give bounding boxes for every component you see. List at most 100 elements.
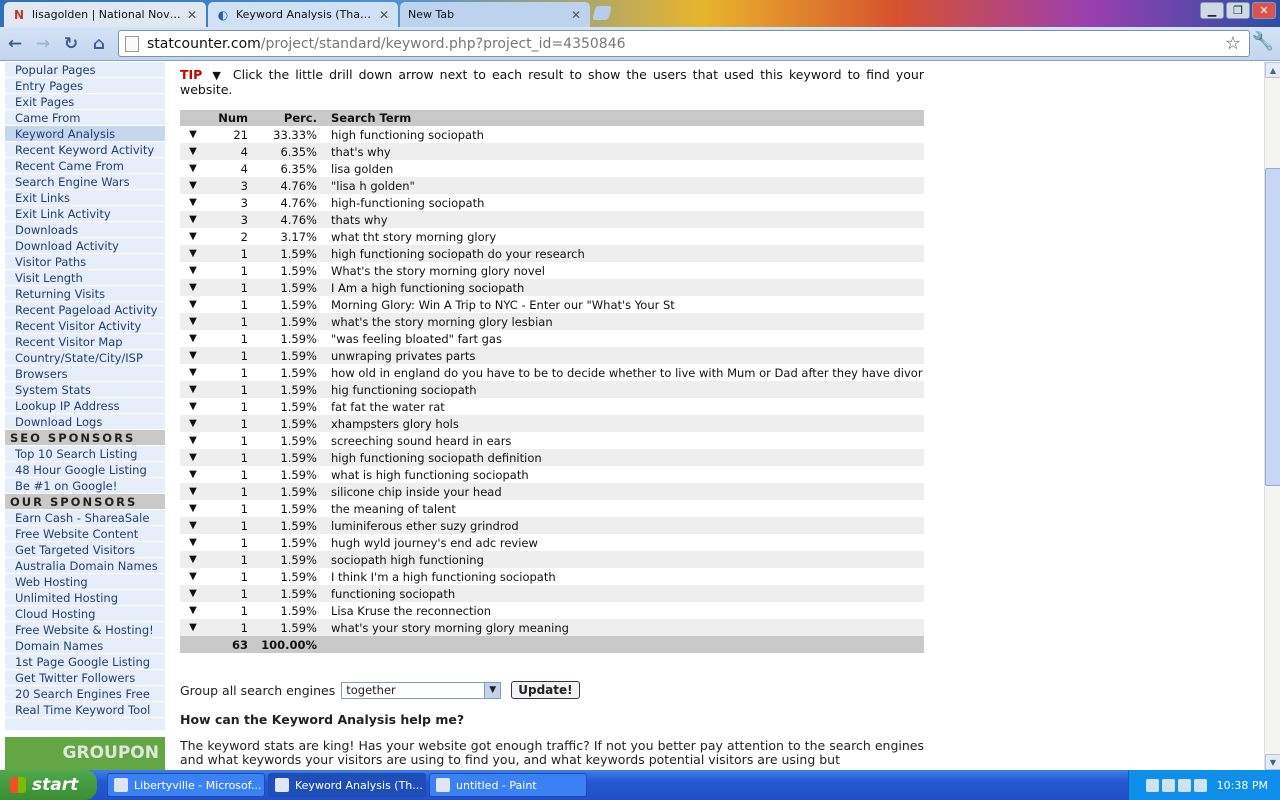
- volume-icon[interactable]: [1177, 778, 1191, 792]
- sidebar-item-system-stats[interactable]: System Stats: [5, 382, 165, 398]
- sidebar-item-free-website-content[interactable]: Free Website Content: [5, 526, 165, 542]
- close-icon[interactable]: ✕: [186, 8, 198, 22]
- sidebar-item-search-engine-wars[interactable]: Search Engine Wars: [5, 174, 165, 190]
- sidebar-item-recent-came-from[interactable]: Recent Came From: [5, 158, 165, 174]
- sidebar-item-recent-visitor-map[interactable]: Recent Visitor Map: [5, 334, 165, 350]
- clock[interactable]: 10:38 PM: [1217, 779, 1268, 792]
- row-search-term[interactable]: the meaning of talent: [317, 500, 924, 517]
- row-search-term[interactable]: "lisa h golden": [317, 177, 924, 194]
- tab-lisagolden[interactable]: N lisagolden | National Novel ... ✕: [4, 2, 206, 27]
- drill-down-arrow-icon[interactable]: ▼: [180, 245, 206, 262]
- drill-down-arrow-icon[interactable]: ▼: [180, 585, 206, 602]
- sidebar-item-downloads[interactable]: Downloads: [5, 222, 165, 238]
- drill-down-arrow-icon[interactable]: ▼: [180, 211, 206, 228]
- row-search-term[interactable]: Lisa Kruse the reconnection: [317, 602, 924, 619]
- drill-down-arrow-icon[interactable]: ▼: [180, 568, 206, 585]
- row-search-term[interactable]: high functioning sociopath definition: [317, 449, 924, 466]
- sidebar-item-recent-keyword-activity[interactable]: Recent Keyword Activity: [5, 142, 165, 158]
- drill-down-arrow-icon[interactable]: ▼: [180, 517, 206, 534]
- forward-arrow-icon[interactable]: →: [30, 31, 56, 57]
- chevron-down-icon[interactable]: ▼: [484, 682, 501, 698]
- sidebar-item-visit-length[interactable]: Visit Length: [5, 270, 165, 286]
- sidebar-item-lookup-ip-address[interactable]: Lookup IP Address: [5, 398, 165, 414]
- close-icon[interactable]: ✕: [570, 8, 582, 22]
- sidebar-item-exit-link-activity[interactable]: Exit Link Activity: [5, 206, 165, 222]
- row-search-term[interactable]: what's your story morning glory meaning: [317, 619, 924, 636]
- sidebar-item-exit-links[interactable]: Exit Links: [5, 190, 165, 206]
- drill-down-arrow-icon[interactable]: ▼: [180, 330, 206, 347]
- sidebar-item-country-state-city-isp[interactable]: Country/State/City/ISP: [5, 350, 165, 366]
- security-shield-icon[interactable]: [1161, 778, 1175, 792]
- drill-down-arrow-icon[interactable]: ▼: [180, 619, 206, 636]
- sidebar-item-keyword-analysis[interactable]: Keyword Analysis: [5, 126, 165, 142]
- sidebar-item-be-1-on-google[interactable]: Be #1 on Google!: [5, 478, 165, 494]
- drill-down-arrow-icon[interactable]: ▼: [180, 500, 206, 517]
- sidebar-item-returning-visits[interactable]: Returning Visits: [5, 286, 165, 302]
- sidebar-item-free-website-hosting[interactable]: Free Website & Hosting!: [5, 622, 165, 638]
- row-search-term[interactable]: sociopath high functioning: [317, 551, 924, 568]
- close-icon[interactable]: ✕: [378, 8, 390, 22]
- drill-down-arrow-icon[interactable]: ▼: [180, 228, 206, 245]
- close-window-icon[interactable]: ✕: [1252, 2, 1276, 19]
- drill-down-arrow-icon[interactable]: ▼: [180, 160, 206, 177]
- network-icon[interactable]: [1145, 778, 1159, 792]
- row-search-term[interactable]: hig functioning sociopath: [317, 381, 924, 398]
- sidebar-item-real-time-keyword-tool[interactable]: Real Time Keyword Tool: [5, 702, 165, 718]
- bookmark-star-icon[interactable]: ☆: [1225, 33, 1241, 54]
- drill-down-arrow-icon[interactable]: ▼: [180, 483, 206, 500]
- header-perc[interactable]: Perc.: [248, 110, 317, 126]
- taskbar-item-paint[interactable]: untitled - Paint: [429, 773, 587, 797]
- tab-new-tab[interactable]: New Tab ✕: [400, 2, 590, 27]
- sidebar-item-browsers[interactable]: Browsers: [5, 366, 165, 382]
- sidebar-item-20-search-engines-free[interactable]: 20 Search Engines Free: [5, 686, 165, 702]
- sidebar-item-get-twitter-followers[interactable]: Get Twitter Followers: [5, 670, 165, 686]
- sidebar-item-popular-pages[interactable]: Popular Pages: [5, 62, 165, 78]
- minimize-icon[interactable]: ▁: [1200, 2, 1224, 19]
- drill-down-arrow-icon[interactable]: ▼: [180, 143, 206, 160]
- sidebar-item-unlimited-hosting[interactable]: Unlimited Hosting: [5, 590, 165, 606]
- row-search-term[interactable]: xhampsters glory hols: [317, 415, 924, 432]
- antivirus-icon[interactable]: [1193, 778, 1207, 792]
- sidebar-item-earn-cash-shareasale[interactable]: Earn Cash - ShareaSale: [5, 510, 165, 526]
- drill-down-arrow-icon[interactable]: ▼: [180, 466, 206, 483]
- sidebar-item-download-activity[interactable]: Download Activity: [5, 238, 165, 254]
- row-search-term[interactable]: hugh wyld journey's end adc review: [317, 534, 924, 551]
- row-search-term[interactable]: I think I'm a high functioning sociopath: [317, 568, 924, 585]
- new-tab-button[interactable]: [592, 6, 612, 20]
- drill-down-arrow-icon[interactable]: ▼: [180, 296, 206, 313]
- row-search-term[interactable]: high-functioning sociopath: [317, 194, 924, 211]
- drill-down-arrow-icon[interactable]: ▼: [180, 126, 206, 143]
- row-search-term[interactable]: what is high functioning sociopath: [317, 466, 924, 483]
- drill-down-arrow-icon[interactable]: ▼: [180, 347, 206, 364]
- drill-down-arrow-icon[interactable]: ▼: [180, 381, 206, 398]
- reload-icon[interactable]: ↻: [58, 31, 84, 57]
- sidebar-item-domain-names[interactable]: Domain Names: [5, 638, 165, 654]
- drill-down-arrow-icon[interactable]: ▼: [180, 313, 206, 330]
- sidebar-item-get-targeted-visitors[interactable]: Get Targeted Visitors: [5, 542, 165, 558]
- sidebar-item-came-from[interactable]: Came From: [5, 110, 165, 126]
- row-search-term[interactable]: fat fat the water rat: [317, 398, 924, 415]
- header-search-term[interactable]: Search Term: [317, 110, 924, 126]
- sidebar-item-top-10-search-listing[interactable]: Top 10 Search Listing: [5, 446, 165, 462]
- sidebar-item-visitor-paths[interactable]: Visitor Paths: [5, 254, 165, 270]
- taskbar-item-word[interactable]: Libertyville - Microsof...: [107, 773, 265, 797]
- back-arrow-icon[interactable]: ←: [2, 31, 28, 57]
- taskbar-item-chrome[interactable]: Keyword Analysis (Th...: [268, 773, 426, 797]
- sidebar-item-australia-domain-names[interactable]: Australia Domain Names: [5, 558, 165, 574]
- drill-down-arrow-icon[interactable]: ▼: [180, 432, 206, 449]
- row-search-term[interactable]: functioning sociopath: [317, 585, 924, 602]
- drill-down-arrow-icon[interactable]: ▼: [180, 279, 206, 296]
- row-search-term[interactable]: I Am a high functioning sociopath: [317, 279, 924, 296]
- sidebar-item-48-hour-google-listing[interactable]: 48 Hour Google Listing: [5, 462, 165, 478]
- group-engines-select[interactable]: together ▼: [341, 681, 502, 699]
- row-search-term[interactable]: screeching sound heard in ears: [317, 432, 924, 449]
- drill-down-arrow-icon[interactable]: ▼: [180, 398, 206, 415]
- row-search-term[interactable]: that's why: [317, 143, 924, 160]
- row-search-term[interactable]: What's the story morning glory novel: [317, 262, 924, 279]
- drill-down-arrow-icon[interactable]: ▼: [180, 194, 206, 211]
- drill-down-arrow-icon[interactable]: ▼: [180, 602, 206, 619]
- header-num[interactable]: Num: [206, 110, 248, 126]
- drill-down-arrow-icon[interactable]: ▼: [180, 551, 206, 568]
- scroll-up-icon[interactable]: ▲: [1265, 62, 1280, 78]
- sidebar-item-cloud-hosting[interactable]: Cloud Hosting: [5, 606, 165, 622]
